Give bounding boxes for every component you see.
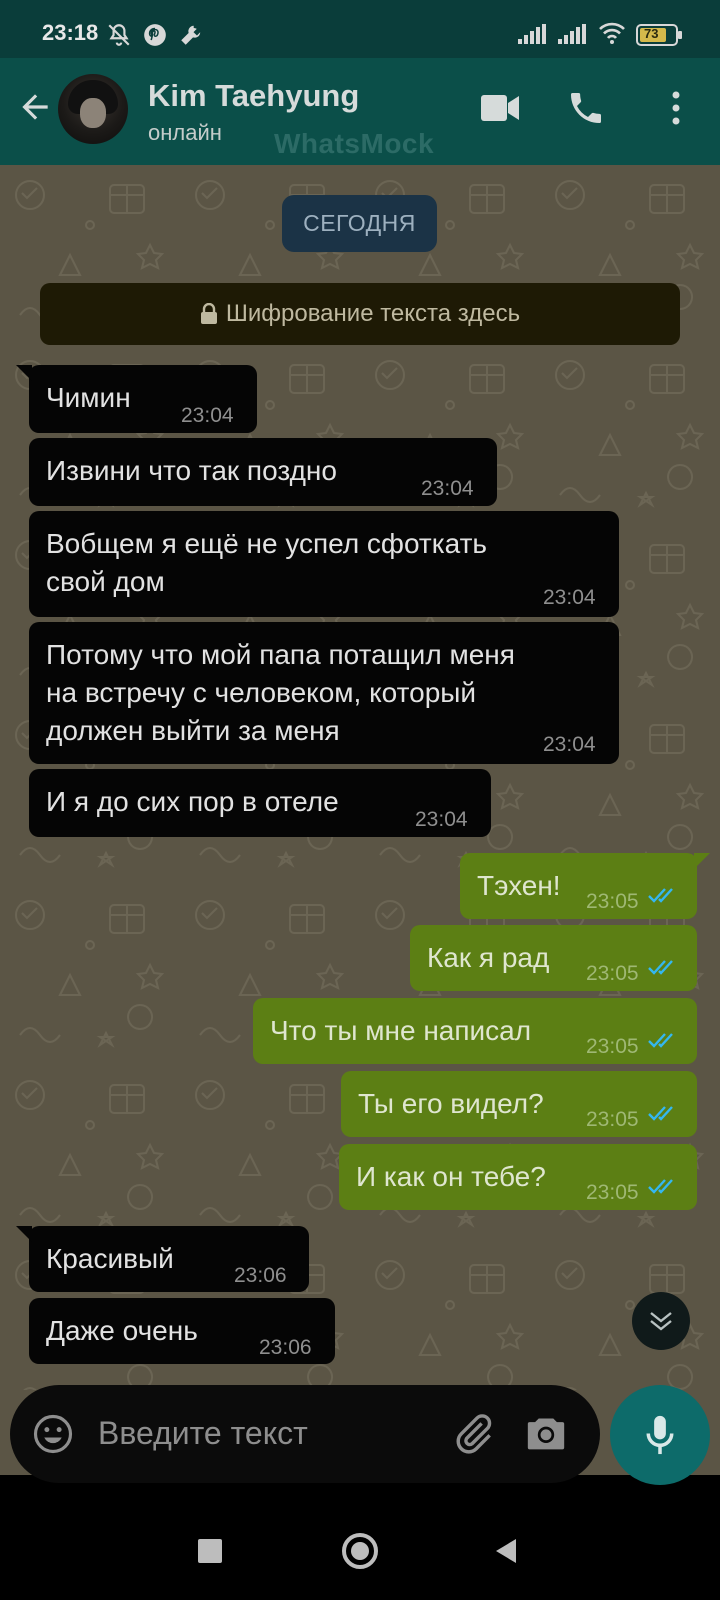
- message-text: Извини что так поздно: [46, 455, 337, 486]
- read-ticks-icon: [648, 1179, 673, 1194]
- chevron-down-icon: [650, 1312, 672, 1331]
- chat-area[interactable]: СЕГОДНЯ Шифрование текста здесь Чимин 23…: [0, 165, 720, 1390]
- message-bubble-in[interactable]: Красивый 23:06: [16, 1226, 309, 1292]
- lock-icon: [200, 303, 217, 324]
- message-bubble-out[interactable]: Что ты мне написал 23:05: [253, 998, 697, 1064]
- message-text: И как он тебе?: [356, 1161, 546, 1192]
- message-bubble-out[interactable]: Ты его видел? 23:05: [341, 1071, 697, 1137]
- message-time: 23:04: [415, 808, 468, 831]
- message-time: 23:04: [421, 477, 474, 500]
- attach-icon[interactable]: [450, 1411, 496, 1462]
- message-text: Красивый: [46, 1243, 174, 1274]
- battery-level: 73: [644, 26, 659, 41]
- message-input[interactable]: Введите текст: [98, 1415, 308, 1452]
- phone-screen: 23:18 73 Kim Taehyung онлайн WhatsMock С…: [0, 0, 720, 1600]
- read-ticks-icon: [648, 960, 673, 975]
- wrench-icon: [178, 22, 204, 53]
- message-time: 23:04: [181, 404, 234, 427]
- message-time: 23:05: [586, 890, 639, 913]
- bubble-tail: [16, 365, 32, 381]
- encryption-notice[interactable]: Шифрование текста здесь: [40, 283, 680, 345]
- message-bubble-in[interactable]: И я до сих пор в отеле 23:04: [29, 769, 491, 837]
- message-bubble-out[interactable]: Как я рад 23:05: [410, 925, 697, 991]
- message-text: Потому что мой папа потащил меня на встр…: [46, 639, 515, 746]
- mic-icon: [646, 1415, 674, 1455]
- mute-notifications-icon: [106, 22, 132, 53]
- message-text: Вобщем я ещё не успел сфоткать свой дом: [46, 528, 487, 597]
- message-bubble-in[interactable]: Вобщем я ещё не успел сфоткать свой дом …: [29, 511, 619, 617]
- message-time: 23:05: [586, 1108, 639, 1131]
- recent-apps-icon[interactable]: [198, 1539, 222, 1568]
- mic-button[interactable]: [610, 1385, 710, 1485]
- message-text: Чимин: [46, 382, 131, 413]
- message-text: Ты его видел?: [358, 1088, 544, 1119]
- back-icon[interactable]: [494, 1537, 518, 1570]
- message-time: 23:04: [543, 733, 596, 756]
- signal-icon: [518, 24, 546, 49]
- message-input-container[interactable]: Введите текст: [10, 1385, 600, 1483]
- read-ticks-icon: [648, 888, 673, 903]
- message-bubble-in[interactable]: Потому что мой папа потащил меня на встр…: [29, 622, 619, 764]
- more-vert-icon[interactable]: [664, 90, 688, 131]
- signal-icon: [558, 24, 586, 49]
- battery-icon: 73: [636, 24, 684, 51]
- pinterest-icon: [142, 22, 168, 53]
- message-bubble-out[interactable]: И как он тебе? 23:05: [339, 1144, 697, 1210]
- status-bar: 23:18 73: [0, 0, 720, 58]
- video-call-icon[interactable]: [480, 92, 520, 129]
- home-icon[interactable]: [340, 1531, 380, 1576]
- scroll-to-bottom-button[interactable]: [632, 1292, 690, 1350]
- input-bar: Введите текст: [0, 1385, 720, 1485]
- bubble-tail: [694, 853, 710, 869]
- watermark: WhatsMock: [274, 128, 435, 159]
- message-bubble-in[interactable]: Даже очень 23:06: [29, 1298, 335, 1364]
- date-chip: СЕГОДНЯ: [282, 195, 437, 252]
- encryption-notice-text: Шифрование текста здесь: [225, 300, 521, 327]
- bubble-tail: [16, 1226, 32, 1242]
- contact-status: онлайн: [148, 120, 222, 145]
- message-text: Что ты мне написал: [270, 1015, 532, 1046]
- message-text: Даже очень: [46, 1315, 198, 1346]
- message-text: И я до сих пор в отеле: [46, 786, 339, 817]
- read-ticks-icon: [648, 1106, 673, 1121]
- emoji-icon[interactable]: [32, 1413, 74, 1460]
- message-time: 23:05: [586, 1181, 639, 1204]
- contact-avatar[interactable]: [58, 74, 128, 144]
- message-bubble-in[interactable]: Чимин 23:04: [16, 365, 257, 433]
- contact-name[interactable]: Kim Taehyung: [148, 78, 359, 114]
- message-time: 23:06: [259, 1336, 312, 1359]
- status-time: 23:18: [42, 20, 99, 45]
- message-text: Тэхен!: [477, 870, 561, 901]
- read-ticks-icon: [648, 1033, 673, 1048]
- camera-icon[interactable]: [524, 1413, 568, 1458]
- message-bubble-out[interactable]: Тэхен! 23:05: [460, 853, 710, 919]
- avatar-face: [80, 98, 106, 128]
- message-time: 23:06: [234, 1264, 287, 1287]
- system-nav-bar: [0, 1503, 720, 1600]
- message-time: 23:05: [586, 1035, 639, 1058]
- message-time: 23:05: [586, 962, 639, 985]
- back-arrow-icon[interactable]: [16, 88, 54, 131]
- message-time: 23:04: [543, 586, 596, 609]
- message-text: Как я рад: [427, 942, 550, 973]
- message-bubble-in[interactable]: Извини что так поздно 23:04: [29, 438, 497, 506]
- phone-icon[interactable]: [566, 88, 606, 133]
- wifi-icon: [598, 21, 626, 50]
- chat-header: Kim Taehyung онлайн WhatsMock: [0, 58, 720, 165]
